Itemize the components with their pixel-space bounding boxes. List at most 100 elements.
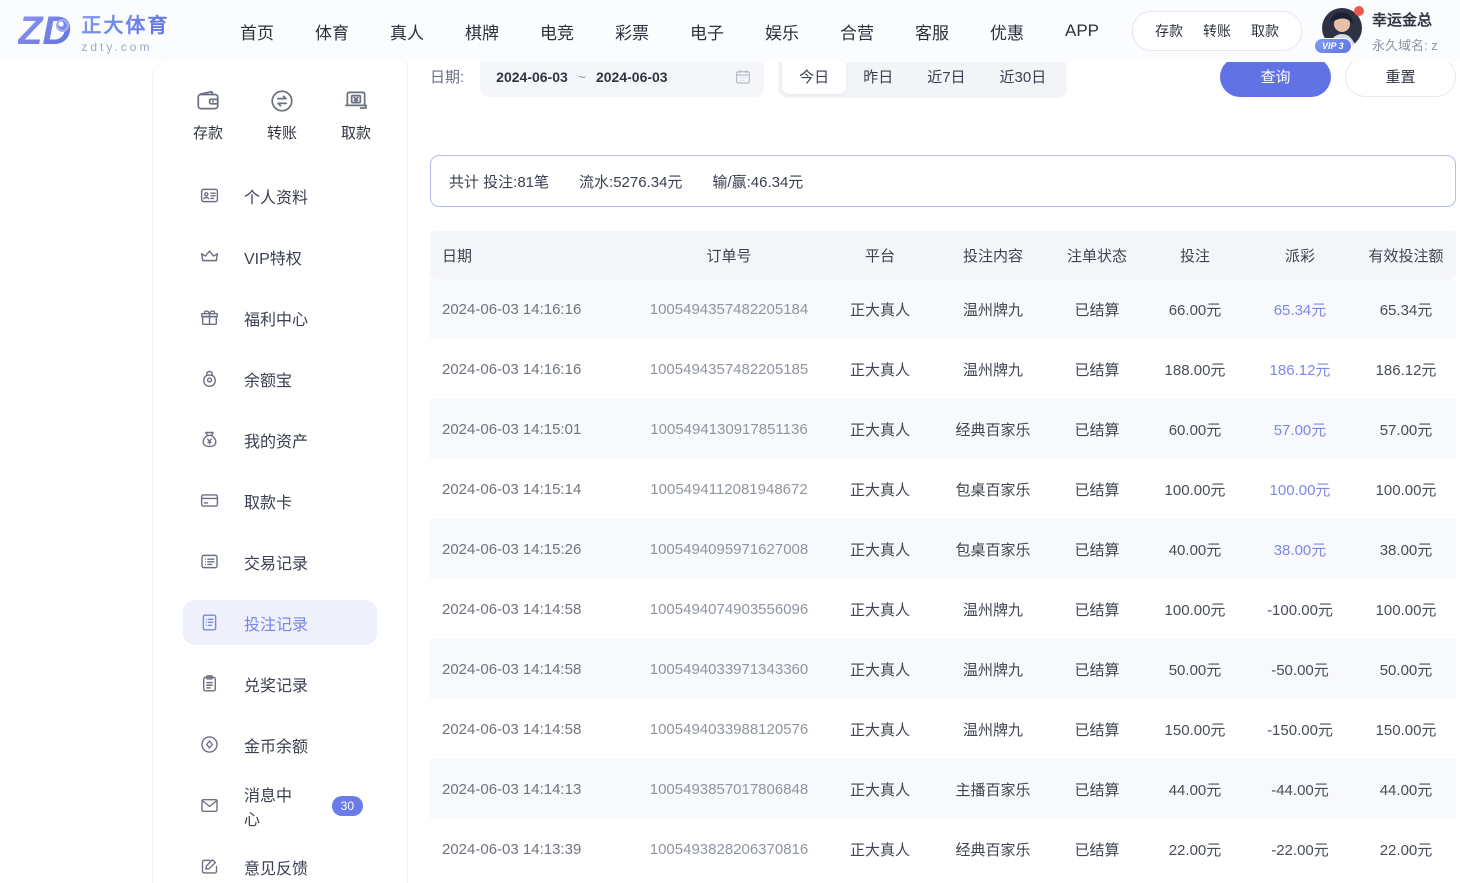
cell-status: 已结算 <box>1048 419 1146 440</box>
wallet-quick-links: 存款转账取款 <box>1132 11 1302 51</box>
table-row: 2024-06-03 14:14:58 1005494074903556096 … <box>430 579 1456 639</box>
nav-item[interactable]: 首页 <box>240 19 274 44</box>
quick-action-label: 转账 <box>267 122 297 143</box>
quick-action[interactable]: 取款 <box>341 88 371 143</box>
sidebar-menu-item[interactable]: 意见反馈 <box>183 844 377 883</box>
summary-stat: 流水:5276.34元 <box>579 171 682 192</box>
cell-bet: 60.00元 <box>1146 419 1244 440</box>
range-tab[interactable]: 今日 <box>782 59 846 94</box>
sidebar-menu-item[interactable]: VIP特权 <box>183 234 377 279</box>
totals-summary: 共计 投注:81笔流水:5276.34元输/赢:46.34元 <box>430 155 1456 207</box>
cell-platform: 正大真人 <box>822 599 938 620</box>
sidebar-menu-item[interactable]: 交易记录 <box>183 539 377 584</box>
table-header-row: 日期 订单号 平台 投注内容 注单状态 投注 派彩 有效投注额 <box>430 231 1456 279</box>
logo-lens-icon <box>56 19 69 32</box>
cell-platform: 正大真人 <box>822 719 938 740</box>
cell-status: 已结算 <box>1048 779 1146 800</box>
cell-valid: 38.00元 <box>1356 539 1456 560</box>
quick-action[interactable]: 存款 <box>193 88 223 143</box>
sidebar-menu-item[interactable]: 取款卡 <box>183 478 377 523</box>
cell-status: 已结算 <box>1048 359 1146 380</box>
sidebar-item-label: 投注记录 <box>244 611 308 635</box>
col-header-platform: 平台 <box>822 245 938 266</box>
cell-bet: 50.00元 <box>1146 659 1244 680</box>
cell-payout: 65.34元 <box>1244 299 1356 320</box>
nav-item[interactable]: 娱乐 <box>765 19 799 44</box>
sidebar-menu-item[interactable]: 兑奖记录 <box>183 661 377 706</box>
col-header-order: 订单号 <box>636 245 822 266</box>
range-tab[interactable]: 近7日 <box>910 59 982 94</box>
sidebar: 存款 转账 取款 个人资料 <box>152 62 408 883</box>
sidebar-item-label: 福利中心 <box>244 306 308 330</box>
cell-content: 包桌百家乐 <box>938 479 1048 500</box>
range-tab[interactable]: 近30日 <box>983 59 1064 94</box>
user-info[interactable]: VIP 3 幸运金总 永久域名: z <box>1322 8 1442 54</box>
sidebar-menu-item[interactable]: 福利中心 <box>183 295 377 340</box>
sidebar-menu-item[interactable]: 投注记录 <box>183 600 377 645</box>
nav-item[interactable]: 彩票 <box>615 19 649 44</box>
sidebar-menu-item[interactable]: 消息中心 30 <box>183 783 377 828</box>
bet-records-table: 日期 订单号 平台 投注内容 注单状态 投注 派彩 有效投注额 2024-06-… <box>430 231 1456 879</box>
deposit-wallet-icon <box>195 88 221 114</box>
cell-valid: 100.00元 <box>1356 599 1456 620</box>
cell-status: 已结算 <box>1048 599 1146 620</box>
wallet-link[interactable]: 取款 <box>1251 21 1279 41</box>
cell-order: 1005494033988120576 <box>636 721 822 738</box>
nav-item[interactable]: 电子 <box>690 19 724 44</box>
cell-payout: -150.00元 <box>1244 719 1356 740</box>
reset-button[interactable]: 重置 <box>1345 57 1456 97</box>
gold-coin-icon <box>199 734 220 755</box>
sidebar-item-label: 消息中心 <box>244 782 302 830</box>
cell-platform: 正大真人 <box>822 479 938 500</box>
nav-item[interactable]: APP <box>1065 21 1099 41</box>
sidebar-menu-item[interactable]: 金币余额 <box>183 722 377 767</box>
cell-order: 1005494074903556096 <box>636 601 822 618</box>
cell-status: 已结算 <box>1048 539 1146 560</box>
sidebar-item-label: 取款卡 <box>244 489 292 513</box>
quick-action[interactable]: 转账 <box>267 88 297 143</box>
date-range-separator: ~ <box>578 69 586 85</box>
cell-order: 1005494033971343360 <box>636 661 822 678</box>
transaction-record-icon <box>199 551 220 572</box>
cell-content: 包桌百家乐 <box>938 539 1048 560</box>
wallet-link[interactable]: 存款 <box>1155 21 1183 41</box>
avatar[interactable]: VIP 3 <box>1322 8 1362 48</box>
cell-valid: 22.00元 <box>1356 839 1456 860</box>
cell-payout: -22.00元 <box>1244 839 1356 860</box>
table-row: 2024-06-03 14:15:26 1005494095971627008 … <box>430 519 1456 579</box>
calendar-icon[interactable] <box>734 68 752 86</box>
username: 幸运金总 <box>1372 9 1438 30</box>
range-tab[interactable]: 昨日 <box>846 59 910 94</box>
nav-item[interactable]: 合营 <box>840 19 874 44</box>
sidebar-item-label: 意见反馈 <box>244 855 308 879</box>
permanent-domain-note: 永久域名: z <box>1372 35 1438 54</box>
cell-status: 已结算 <box>1048 719 1146 740</box>
brand-logo[interactable]: ZD 正大体育 zdty.com <box>18 9 188 54</box>
nav-item[interactable]: 电竞 <box>540 19 574 44</box>
sidebar-menu-item[interactable]: 我的资产 <box>183 417 377 462</box>
nav-item[interactable]: 棋牌 <box>465 19 499 44</box>
sidebar-menu-item[interactable]: 余额宝 <box>183 356 377 401</box>
wallet-link[interactable]: 转账 <box>1203 21 1231 41</box>
date-range-input[interactable]: 2024-06-03 ~ 2024-06-03 <box>480 57 764 97</box>
query-button[interactable]: 查询 <box>1220 57 1331 97</box>
cell-order: 1005494357482205185 <box>636 361 822 378</box>
table-row: 2024-06-03 14:16:16 1005494357482205185 … <box>430 339 1456 399</box>
nav-item[interactable]: 体育 <box>315 19 349 44</box>
nav-item[interactable]: 真人 <box>390 19 424 44</box>
col-header-status: 注单状态 <box>1048 245 1146 266</box>
cell-valid: 44.00元 <box>1356 779 1456 800</box>
cell-content: 温州牌九 <box>938 719 1048 740</box>
cell-payout: 57.00元 <box>1244 419 1356 440</box>
cell-date: 2024-06-03 14:13:39 <box>430 841 636 858</box>
sidebar-menu-item[interactable]: 个人资料 <box>183 173 377 218</box>
cell-payout: -50.00元 <box>1244 659 1356 680</box>
nav-item[interactable]: 优惠 <box>990 19 1024 44</box>
nav-item[interactable]: 客服 <box>915 19 949 44</box>
mail-icon <box>199 795 220 816</box>
summary-stat: 共计 投注:81笔 <box>449 171 549 192</box>
sidebar-item-label: VIP特权 <box>244 245 302 269</box>
cell-order: 1005494095971627008 <box>636 541 822 558</box>
date-label: 日期: <box>430 66 464 87</box>
cell-valid: 65.34元 <box>1356 299 1456 320</box>
